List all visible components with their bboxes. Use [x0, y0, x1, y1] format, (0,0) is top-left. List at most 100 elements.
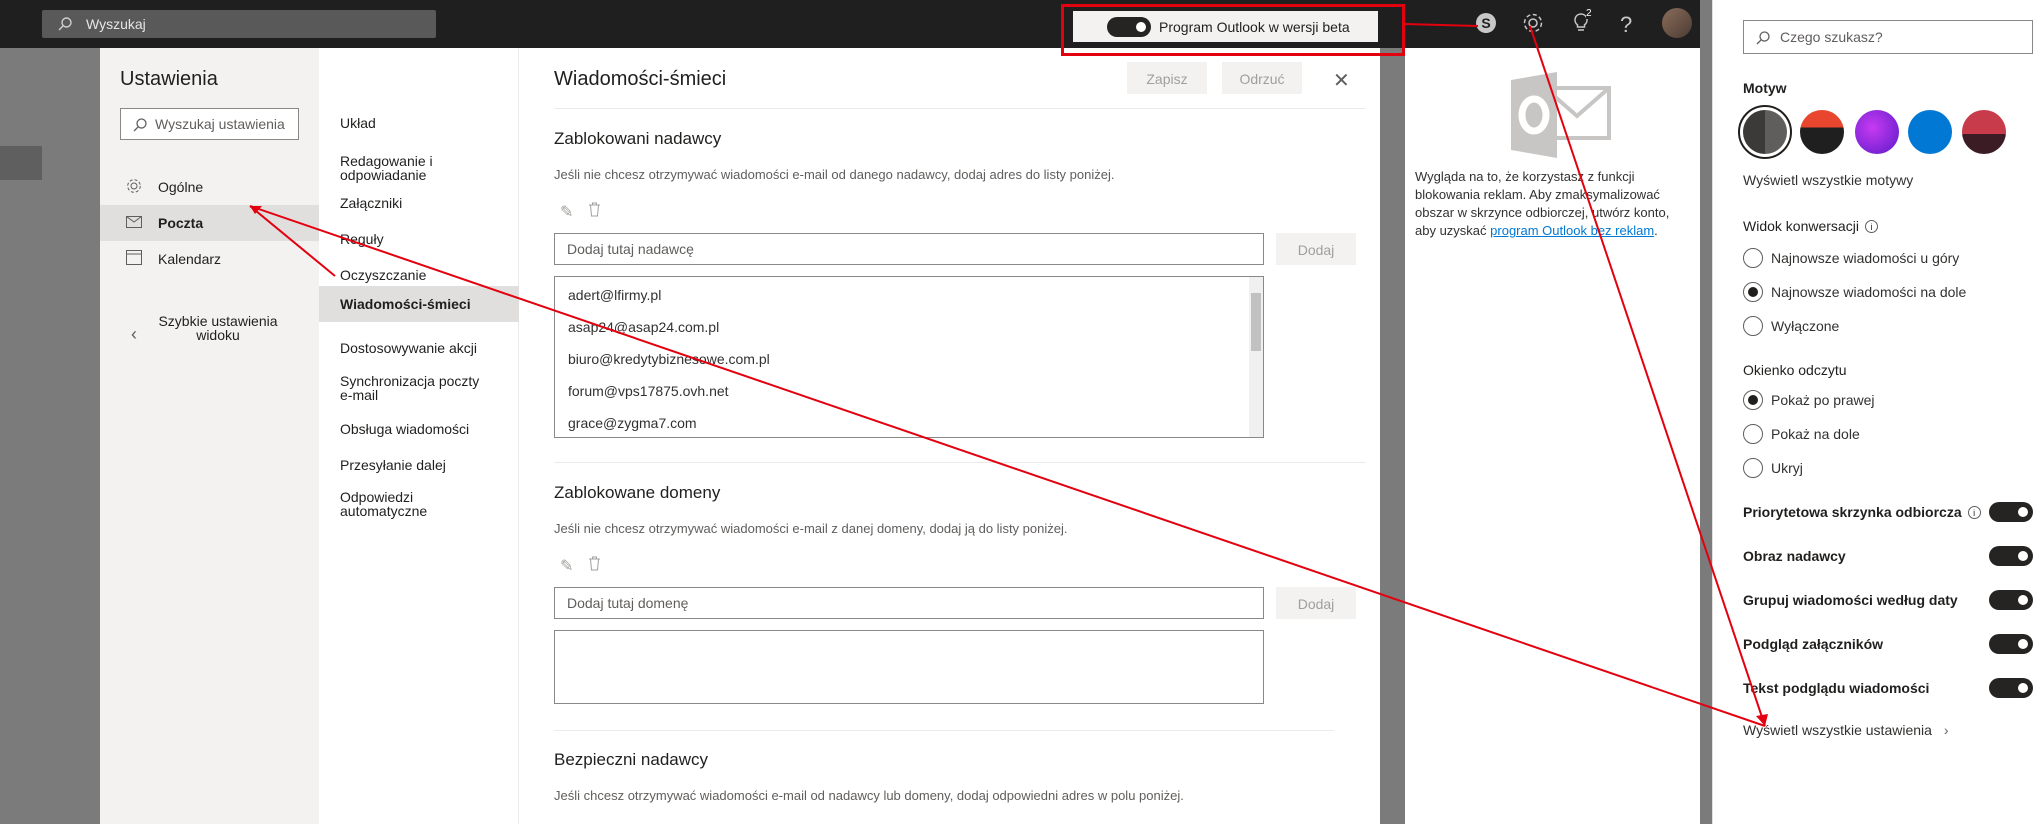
list-item[interactable]: grace@zygma7.com [568, 415, 697, 431]
close-icon[interactable]: ✕ [1333, 68, 1350, 93]
radio-conversation-0[interactable]: Najnowsze wiadomości u góry [1743, 248, 1959, 268]
view-all-themes-link[interactable]: Wyświetl wszystkie motywy [1743, 172, 1913, 188]
delete-icon[interactable] [588, 556, 601, 576]
category-poczta[interactable]: Poczta [100, 205, 319, 241]
top-bar: Wyszukaj Program Outlook w wersji beta S… [0, 0, 1700, 48]
notification-count: 2 [1586, 8, 1592, 19]
radio-circle[interactable] [1743, 282, 1763, 302]
subnav-item[interactable]: Odpowiedzi automatyczne [319, 490, 459, 518]
view-all-settings-label: Wyświetl wszystkie ustawienia [1743, 722, 1932, 738]
edit-icon[interactable]: ✎ [560, 202, 573, 222]
toggle-switch[interactable] [1989, 634, 2033, 654]
subnav-item[interactable]: Dostosowywanie akcji [319, 341, 519, 355]
search-placeholder: Wyszukaj [86, 16, 146, 32]
list-item[interactable]: asap24@asap24.com.pl [568, 319, 719, 335]
toggle-row[interactable]: Obraz nadawcy [1743, 546, 2033, 566]
pane-divider [1700, 0, 1712, 824]
blocked-domains-list[interactable] [554, 630, 1264, 704]
section-desc: Jeśli chcesz otrzymywać wiadomości e-mai… [554, 788, 1184, 803]
help-icon[interactable]: ? [1620, 12, 1632, 38]
subnav-item[interactable]: Synchronizacja poczty e-mail [319, 374, 489, 402]
info-icon[interactable]: i [1864, 220, 1878, 233]
subnav-item[interactable]: Załączniki [319, 196, 519, 210]
settings-title: Ustawienia [120, 68, 218, 90]
list-item[interactable]: forum@vps17875.ovh.net [568, 383, 729, 399]
subnav-item[interactable]: Reguły [319, 232, 519, 246]
chevron-left-icon: ‹ [131, 324, 137, 344]
radio-circle[interactable] [1743, 390, 1763, 410]
save-button[interactable]: Zapisz [1127, 62, 1207, 94]
delete-icon[interactable] [588, 202, 601, 222]
promo-link[interactable]: program Outlook bez reklam [1490, 223, 1654, 238]
view-all-settings-link[interactable]: Wyświetl wszystkie ustawienia › [1743, 722, 1949, 738]
subnav-item[interactable]: Oczyszczanie [319, 268, 519, 282]
toggle-switch[interactable] [1989, 546, 2033, 566]
subnav-item[interactable]: Układ [319, 116, 519, 130]
radio-circle[interactable] [1743, 424, 1763, 444]
list-scrollbar[interactable] [1249, 277, 1263, 437]
category-quick-view-settings[interactable]: ‹ Szybkie ustawienia widoku [100, 310, 319, 356]
radio-label: Najnowsze wiadomości u góry [1771, 250, 1960, 266]
subnav-item[interactable]: Przesyłanie dalej [319, 458, 519, 472]
toggle-switch[interactable] [1989, 678, 2033, 698]
category-label: Ogólne [158, 179, 204, 195]
theme-swatch-palms[interactable] [1962, 110, 2006, 154]
radio-label: Wyłączone [1771, 318, 1840, 334]
toggle-row[interactable]: Priorytetowa skrzynka odbiorcza i [1743, 502, 2033, 522]
list-item[interactable]: adert@lfirmy.pl [568, 287, 661, 303]
settings-search-input[interactable]: Wyszukaj ustawienia [120, 108, 299, 140]
radio-reading-2[interactable]: Ukryj [1743, 458, 1803, 478]
divider [554, 462, 1366, 463]
radio-circle[interactable] [1743, 248, 1763, 268]
settings-dialog: Ustawienia Wyszukaj ustawienia Ogólne Po… [100, 48, 1380, 824]
radio-conversation-2[interactable]: Wyłączone [1743, 316, 1839, 336]
conversation-heading: Widok konwersacji i [1743, 218, 1878, 234]
quick-settings-pane: Czego szukasz? Motyw Wyświetl wszystkie … [1712, 0, 2038, 824]
theme-swatch-purple[interactable] [1855, 110, 1899, 154]
toggle-switch[interactable] [1989, 502, 2033, 522]
subnav-item-active[interactable]: Wiadomości-śmieci [319, 286, 519, 322]
blocked-senders-list[interactable]: adert@lfirmy.pl asap24@asap24.com.pl biu… [554, 276, 1264, 438]
toggle-switch[interactable] [1989, 590, 2033, 610]
toggle-row[interactable]: Tekst podglądu wiadomości [1743, 678, 2033, 698]
quick-settings-search[interactable]: Czego szukasz? [1743, 20, 2033, 54]
category-kalendarz[interactable]: Kalendarz [100, 241, 319, 277]
list-item[interactable]: biuro@kredytybiznesowe.com.pl [568, 351, 770, 367]
section-title: Zablokowane domeny [554, 483, 721, 502]
search-box[interactable]: Wyszukaj [42, 10, 436, 38]
theme-swatch-sunset[interactable] [1800, 110, 1844, 154]
toggle-row[interactable]: Grupuj wiadomości według daty [1743, 590, 2033, 610]
add-domain-button[interactable]: Dodaj [1276, 587, 1356, 619]
category-ogolne[interactable]: Ogólne [100, 169, 319, 205]
toggle-row[interactable]: Podgląd załączników [1743, 634, 2033, 654]
theme-swatch-blue[interactable] [1908, 110, 1952, 154]
add-domain-input[interactable]: Dodaj tutaj domenę [554, 587, 1264, 619]
subnav-item[interactable]: Obsługa wiadomości [319, 422, 519, 436]
toggle-label: Grupuj wiadomości według daty [1743, 592, 1958, 608]
add-sender-button[interactable]: Dodaj [1276, 233, 1356, 265]
radio-circle[interactable] [1743, 458, 1763, 478]
avatar[interactable] [1662, 8, 1692, 38]
skype-icon[interactable]: S [1475, 12, 1497, 40]
radio-circle[interactable] [1743, 316, 1763, 336]
radio-conversation-1[interactable]: Najnowsze wiadomości na dole [1743, 282, 1966, 302]
scrollbar-thumb[interactable] [1251, 293, 1261, 351]
divider [554, 730, 1334, 731]
add-sender-input[interactable]: Dodaj tutaj nadawcę [554, 233, 1264, 265]
category-label: Poczta [158, 215, 204, 231]
add-domain-placeholder: Dodaj tutaj domenę [567, 595, 689, 611]
info-icon[interactable]: i [1967, 506, 1981, 519]
discard-button[interactable]: Odrzuć [1222, 62, 1302, 94]
toggle-text: Priorytetowa skrzynka odbiorcza [1743, 504, 1962, 520]
settings-gear-icon[interactable] [1522, 12, 1544, 40]
edit-icon[interactable]: ✎ [560, 556, 573, 576]
promo-text-after: . [1654, 223, 1658, 238]
radio-reading-1[interactable]: Pokaż na dole [1743, 424, 1860, 444]
subnav-item[interactable]: Redagowanie i odpowiadanie [319, 154, 489, 182]
section-title: Bezpieczni nadawcy [554, 750, 709, 769]
gear-icon [122, 178, 146, 197]
theme-swatch-dark[interactable] [1738, 105, 1792, 159]
radio-reading-0[interactable]: Pokaż po prawej [1743, 390, 1875, 410]
theme-heading: Motyw [1743, 80, 1787, 96]
mail-subnav: Układ Redagowanie i odpowiadanie Załączn… [319, 48, 519, 824]
